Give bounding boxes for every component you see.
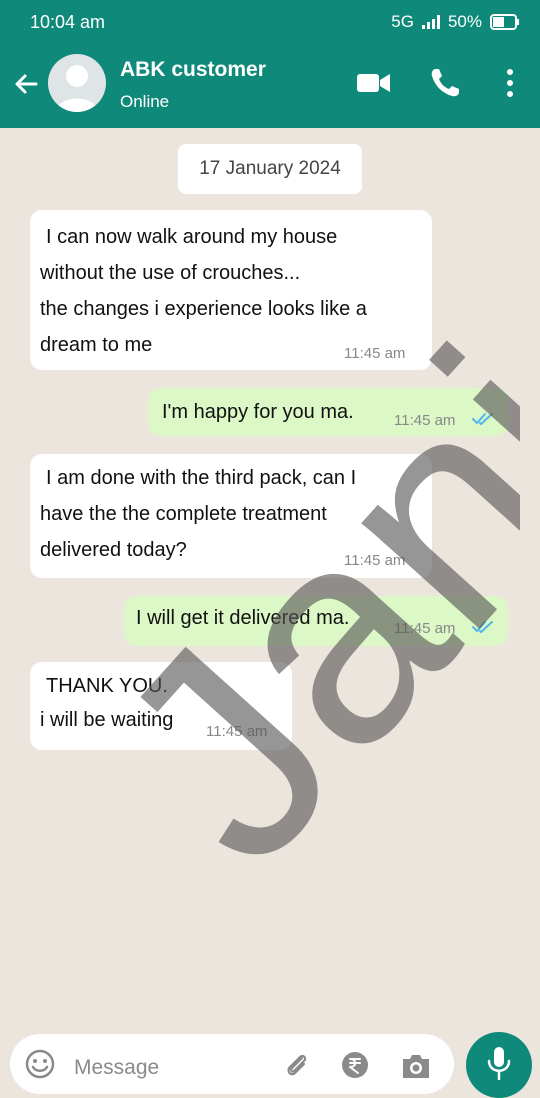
more-options-icon[interactable] <box>500 66 520 100</box>
message-time: 11:45 am <box>344 345 406 362</box>
network-type: 5G <box>391 12 414 31</box>
status-time: 10:04 am <box>30 12 106 32</box>
message-line: I can now walk around my house <box>46 226 338 248</box>
message-line: i will be waiting <box>40 709 174 731</box>
message-time: 11:45 am <box>344 552 406 569</box>
read-ticks-icon <box>472 621 493 634</box>
message-line: I will get it delivered ma. <box>136 607 350 629</box>
contact-status: Online <box>120 92 170 111</box>
emoji-icon[interactable] <box>24 1048 56 1080</box>
back-arrow-icon[interactable] <box>10 68 42 100</box>
message-line: have the the complete treatment <box>40 503 327 525</box>
contact-name[interactable]: ABK customer <box>120 58 266 82</box>
outgoing-message[interactable]: I will get it delivered ma. 11:45 am <box>124 596 508 646</box>
chat-header: ABK customer Online <box>0 44 540 128</box>
message-line: THANK YOU. <box>46 675 168 697</box>
voice-message-button[interactable] <box>466 1032 532 1098</box>
default-avatar-icon <box>56 65 98 112</box>
message-line: dream to me <box>40 334 153 356</box>
message-line: without the use of crouches... <box>40 262 301 284</box>
top-bar: 10:04 am 5G 50% ABK customer Online <box>0 0 540 128</box>
chat-area[interactable]: 17 January 2024 I can now walk around my… <box>0 128 540 1028</box>
incoming-message[interactable]: I can now walk around my house without t… <box>30 210 432 370</box>
message-time: 11:45 am <box>394 620 456 637</box>
message-line: I'm happy for you ma. <box>162 401 354 423</box>
status-bar: 10:04 am 5G 50% <box>0 0 540 44</box>
message-line: the changes i experience looks like a <box>40 298 367 320</box>
message-time: 11:45 am <box>206 723 268 740</box>
status-indicators: 5G 50% <box>391 12 520 32</box>
message-line: delivered today? <box>40 539 187 561</box>
avatar[interactable] <box>48 54 106 112</box>
incoming-message[interactable]: THANK YOU. i will be waiting 11:45 am <box>30 662 292 750</box>
battery-icon <box>490 14 519 30</box>
phone-call-icon[interactable] <box>428 66 462 100</box>
mic-icon <box>487 1047 511 1080</box>
battery-level: 50% <box>447 12 482 31</box>
camera-icon[interactable] <box>400 1052 432 1080</box>
attach-icon[interactable] <box>282 1050 312 1080</box>
incoming-message[interactable]: I am done with the third pack, can I hav… <box>30 454 432 578</box>
signal-icon <box>421 15 440 29</box>
video-call-icon[interactable] <box>356 70 392 96</box>
rupee-icon[interactable] <box>340 1050 370 1080</box>
outgoing-message[interactable]: I'm happy for you ma. 11:45 am <box>148 388 508 436</box>
message-input[interactable]: Message <box>74 1056 159 1080</box>
message-input-bar[interactable]: Message <box>10 1034 454 1094</box>
read-ticks-icon <box>472 413 493 426</box>
message-time: 11:45 am <box>394 412 456 429</box>
date-chip: 17 January 2024 <box>178 144 362 194</box>
message-line: I am done with the third pack, can I <box>46 467 357 489</box>
